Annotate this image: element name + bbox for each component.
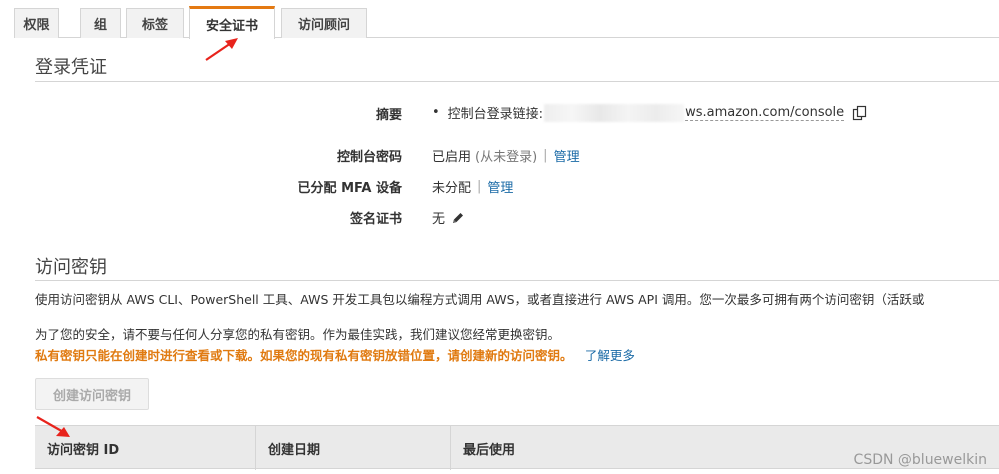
cert-value: 无 [432,212,446,227]
security-note: 为了您的安全，请不要与任何人分享您的私有密钥。作为最佳实践，我们建议您经常更换密… [35,327,561,342]
summary-value: • 控制台登录链接: ws.amazon.com/console [432,103,868,122]
warning-text: 私有密钥只能在创建时进行查看或下载。如果您的现有私有密钥放错位置，请创建新的访问… [35,348,573,363]
access-keys-description: 使用访问密钥从 AWS CLI、PowerShell 工具、AWS 开发工具包以… [35,292,925,307]
tab-access-advisor[interactable]: 访问顾问 [281,8,367,38]
console-password-value: 已启用 (从未登录) | 管理 [432,146,580,165]
column-header-created[interactable]: 创建日期 [256,426,451,470]
mfa-status: 未分配 [432,181,472,196]
tab-bar: 权限 组 标签 安全证书 访问顾问 [14,6,999,39]
separator: | [543,148,548,163]
manage-mfa-link[interactable]: 管理 [487,177,513,196]
private-key-warning: 私有密钥只能在创建时进行查看或下载。如果您的现有私有密钥放错位置，请创建新的访问… [35,345,635,364]
annotation-arrow-icon [36,416,70,437]
bullet: • [432,105,440,120]
divider [35,280,999,281]
learn-more-link[interactable]: 了解更多 [585,348,635,363]
manage-password-link[interactable]: 管理 [554,146,580,165]
password-note: (从未登录) [475,150,538,165]
tab-tags[interactable]: 标签 [126,8,184,38]
section-title-login: 登录凭证 [35,57,107,78]
signing-cert-label: 签名证书 [349,212,402,227]
console-link-url[interactable]: ws.amazon.com/console [685,105,845,121]
mfa-value: 未分配 | 管理 [432,177,513,196]
console-link-label: 控制台登录链接: [447,107,544,122]
pencil-icon[interactable] [451,211,465,225]
password-status: 已启用 [432,150,472,165]
summary-label: 摘要 [375,108,402,123]
copy-icon[interactable] [852,105,868,121]
separator: | [477,179,482,194]
watermark: CSDN @bluewelkin [853,452,987,468]
signing-cert-value: 无 [432,208,465,227]
tab-permissions[interactable]: 权限 [14,8,59,38]
section-title-access-keys: 访问密钥 [35,257,107,278]
tab-groups[interactable]: 组 [80,8,121,38]
divider [35,81,999,82]
console-password-label: 控制台密码 [336,150,402,165]
create-access-key-button[interactable]: 创建访问密钥 [35,378,149,410]
mfa-label: 已分配 MFA 设备 [297,181,402,196]
redacted-account-id [544,103,685,122]
annotation-arrow-icon [205,38,238,61]
